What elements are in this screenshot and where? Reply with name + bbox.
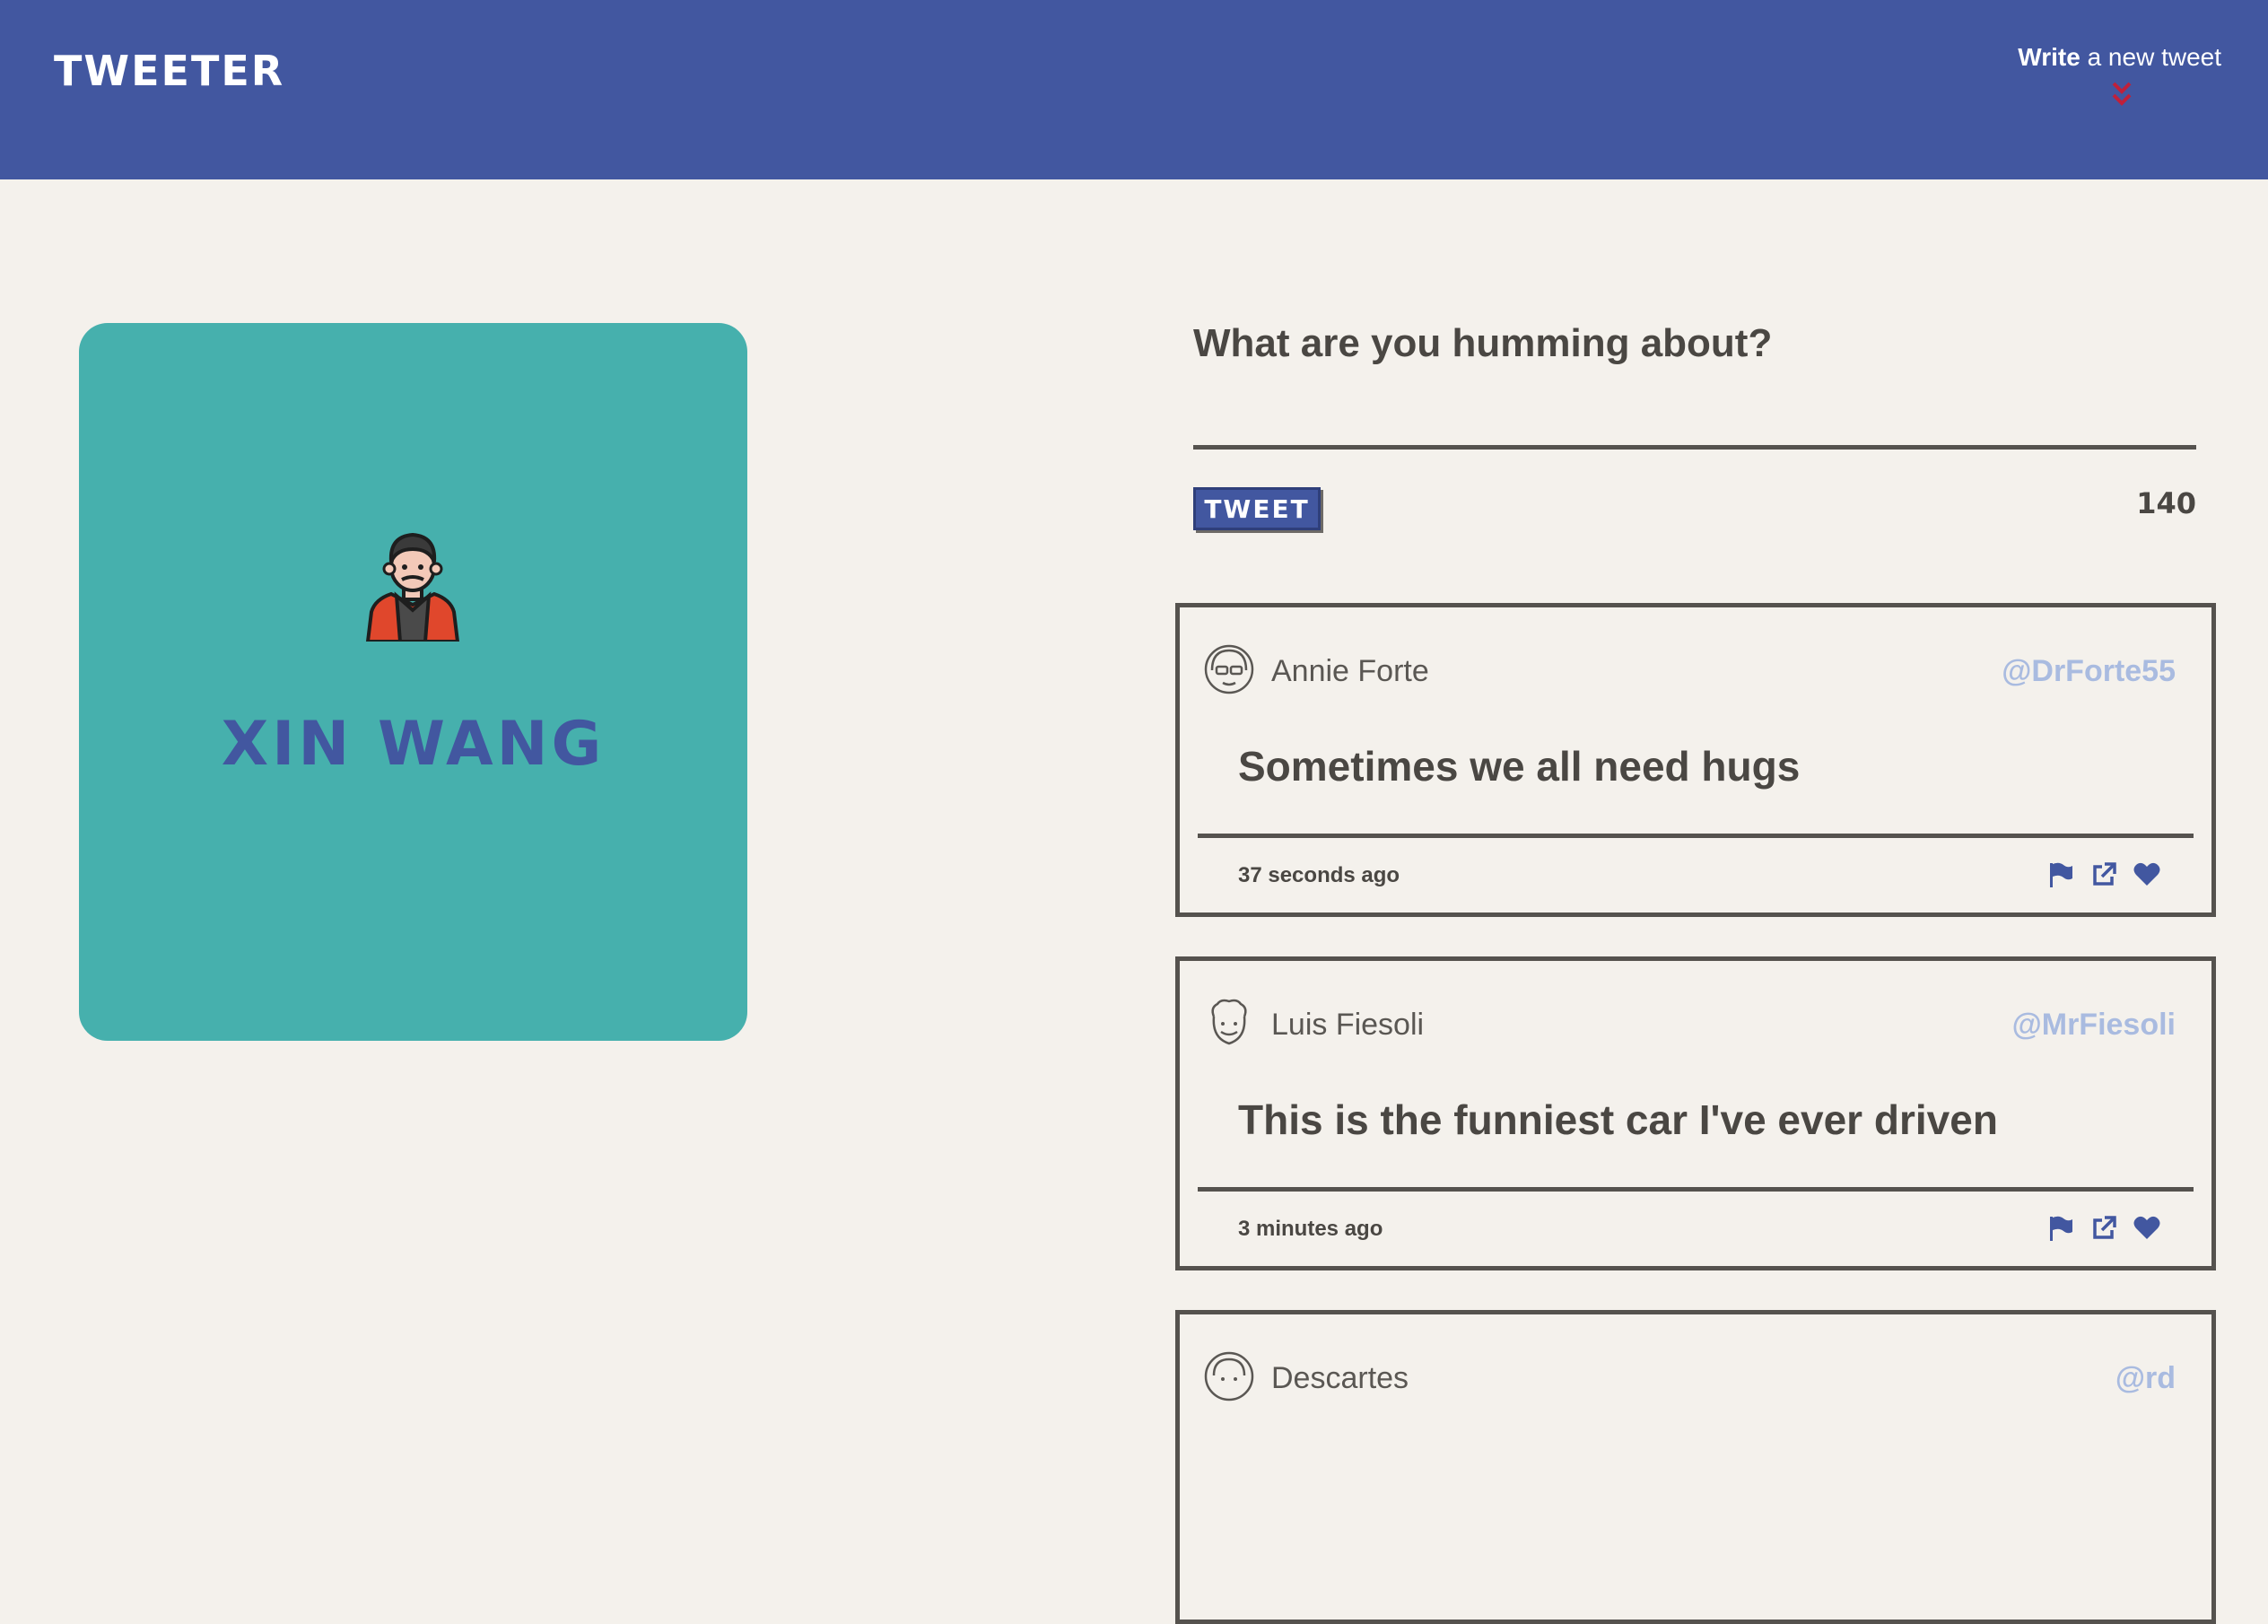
tweet-card: Descartes @rd — [1175, 1310, 2216, 1624]
double-chevron-down-icon[interactable] — [2112, 81, 2132, 111]
curly-man-avatar-icon — [1211, 999, 1247, 1045]
tweet-author-name: Luis Fiesoli — [1271, 1008, 1425, 1042]
write-label-rest: a new tweet — [2080, 43, 2221, 71]
app-logo[interactable]: TWEETER — [54, 47, 284, 95]
tweet-author-handle: @MrFiesoli — [2011, 1008, 2176, 1042]
tweet-card: Luis Fiesoli @MrFiesoli This is the funn… — [1175, 956, 2216, 1270]
tweet-actions — [2046, 1214, 2161, 1243]
flag-icon[interactable] — [2046, 860, 2075, 889]
woman-sunglasses-avatar-icon — [1204, 644, 1254, 694]
tweet-text: This is the funniest car I've ever drive… — [1238, 1096, 1998, 1143]
tweet-author-name: Descartes — [1271, 1361, 1409, 1395]
top-nav: TWEETER Write a new tweet — [0, 0, 2268, 179]
woman-avatar-icon — [1204, 1351, 1254, 1401]
tweet-textarea[interactable] — [1193, 377, 2196, 450]
tweet-card: Annie Forte @DrForte55 Sometimes we all … — [1175, 603, 2216, 917]
write-label-bold: Write — [2018, 43, 2080, 71]
heart-icon[interactable] — [2133, 1214, 2161, 1243]
flag-icon[interactable] — [2046, 1214, 2075, 1243]
tweet-divider — [1198, 1187, 2194, 1192]
tweet-actions — [2046, 860, 2161, 889]
tweet-author-handle: @rd — [2115, 1361, 2176, 1395]
tweet-author-handle: @DrForte55 — [2002, 654, 2176, 688]
tweet-divider — [1198, 834, 2194, 838]
write-new-tweet-link[interactable]: Write a new tweet — [2018, 43, 2221, 72]
tweet-timestamp: 3 minutes ago — [1238, 1217, 1383, 1241]
profile-card: XIN WANG — [79, 323, 747, 1041]
compose-label: What are you humming about? — [1193, 321, 1773, 365]
heart-icon[interactable] — [2133, 860, 2161, 889]
char-counter: 140 — [2136, 486, 2196, 520]
share-icon[interactable] — [2089, 860, 2118, 889]
tweet-button[interactable]: TWEET — [1193, 487, 1321, 530]
tweet-timestamp: 37 seconds ago — [1238, 863, 1400, 887]
profile-name: XIN WANG — [221, 709, 606, 780]
tweet-author-name: Annie Forte — [1271, 654, 1429, 688]
tweet-text: Sometimes we all need hugs — [1238, 743, 1801, 790]
share-icon[interactable] — [2089, 1214, 2118, 1243]
man-avatar-icon — [365, 532, 460, 642]
